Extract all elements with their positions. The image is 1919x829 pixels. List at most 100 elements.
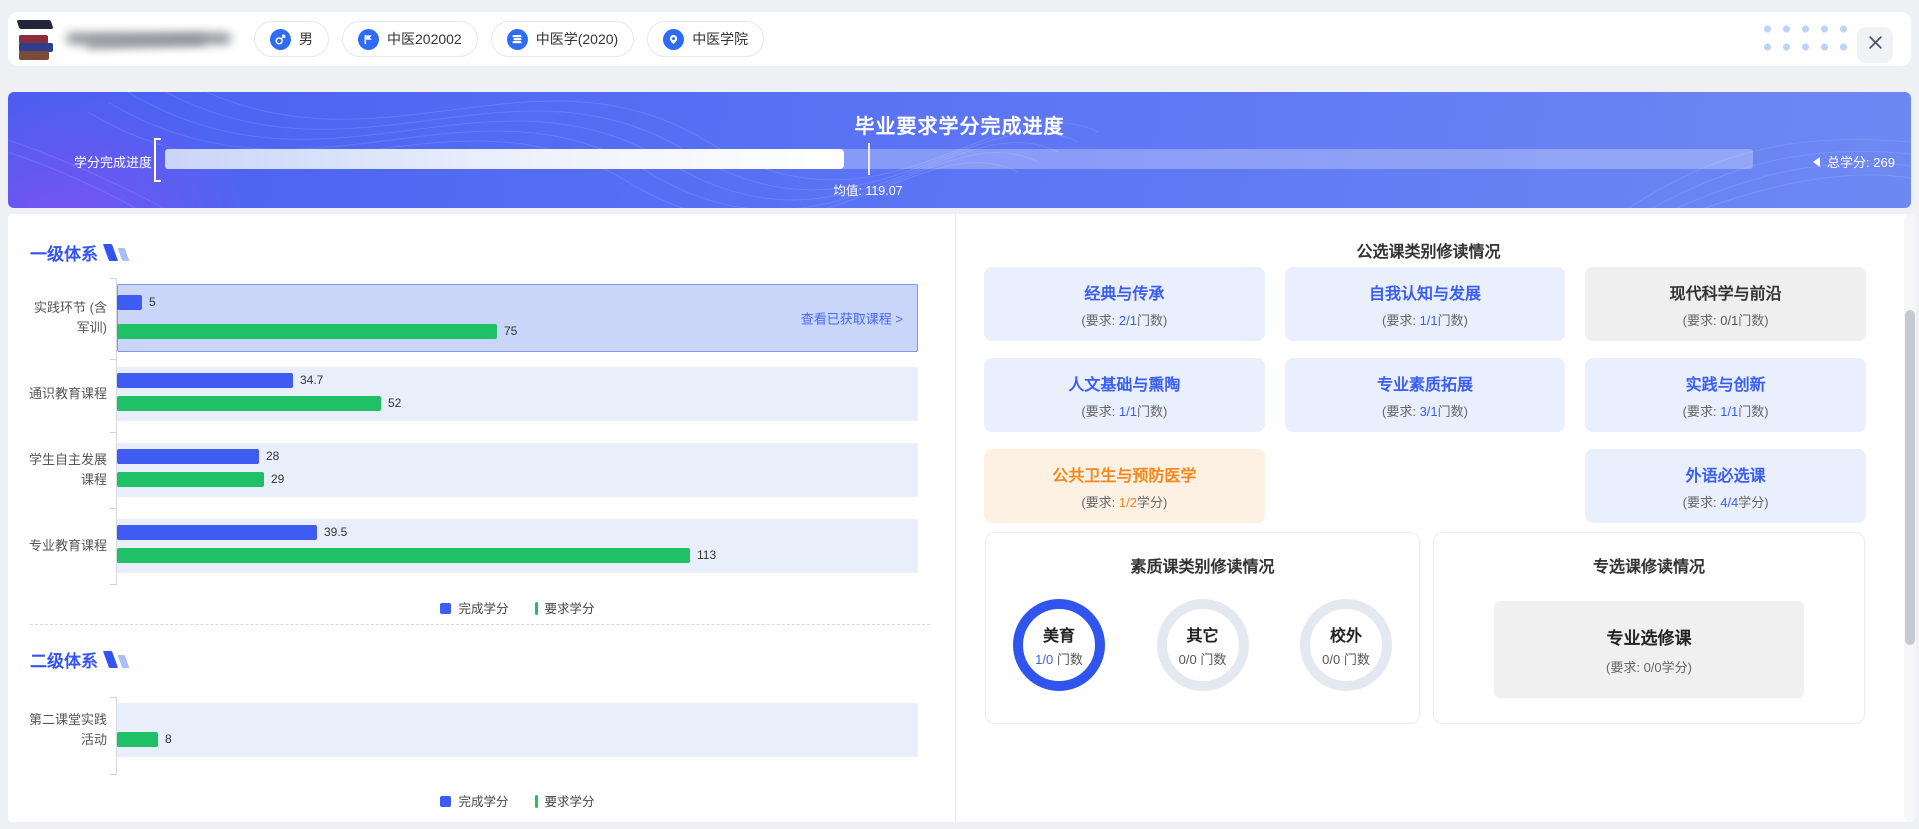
elective-card-requirement: (要求: 0/1门数) xyxy=(1683,310,1769,329)
completed-credits-bar xyxy=(117,525,317,540)
legend-required[interactable]: 要求学分 xyxy=(535,791,595,810)
legend-required-swatch xyxy=(535,795,538,808)
required-credits-bar xyxy=(117,548,690,563)
elective-card-requirement: (要求: 1/1门数) xyxy=(1683,401,1769,420)
total-credits-label: 总学分: xyxy=(1827,155,1870,170)
progress-bar-label: 学分完成进度 xyxy=(72,152,152,171)
bar-value-label: 75 xyxy=(504,324,517,339)
student-badges: 男 中医202002 中医学(2020) 中医学院 xyxy=(254,21,764,57)
view-earned-courses-link[interactable]: 查看已获取课程 > xyxy=(801,309,903,328)
average-value: 119.07 xyxy=(865,184,902,198)
elective-card-name: 公共卫生与预防医学 xyxy=(1052,462,1196,486)
student-avatar xyxy=(18,18,54,60)
axis-tick xyxy=(110,774,116,775)
elective-card-name: 外语必选课 xyxy=(1686,462,1766,486)
elective-card[interactable]: 人文基础与熏陶 (要求: 1/1门数) xyxy=(984,358,1265,432)
elective-card-name: 经典与传承 xyxy=(1084,280,1164,304)
badge-major: 中医学(2020) xyxy=(491,21,634,57)
quality-circle-active: 美育1/0 门数 xyxy=(1013,599,1105,691)
bar-value-label: 39.5 xyxy=(324,525,347,540)
axis-tick xyxy=(110,278,116,279)
bar-value-label: 113 xyxy=(697,548,716,563)
triangle-left-icon xyxy=(1813,157,1820,167)
major-elective-req: (要求: 0/0学分) xyxy=(1606,657,1692,676)
elective-card[interactable]: 公共卫生与预防医学(要求: 1/2学分) xyxy=(984,449,1265,523)
badge-class: 中医202002 xyxy=(342,21,478,57)
electives-title: 公选课类别修读情况 xyxy=(956,238,1901,262)
bar-value-label: 28 xyxy=(266,449,279,464)
chart-category-label: 通识教育课程 xyxy=(11,367,107,421)
chart-row-highlighted[interactable]: 查看已获取课程 > xyxy=(117,284,918,352)
close-icon xyxy=(1868,35,1883,55)
elective-card[interactable]: 现代科学与前沿(要求: 0/1门数) xyxy=(1585,267,1866,341)
average-marker xyxy=(868,143,870,175)
chart-category-label: 第二课堂实践活动 xyxy=(11,703,107,757)
major-elective-box: 专业选修课 (要求: 0/0学分) xyxy=(1494,601,1804,698)
required-credits-bar xyxy=(117,324,497,339)
elective-card[interactable]: 专业素质拓展(要求: 3/1门数) xyxy=(1285,358,1566,432)
bar-value-label: 52 xyxy=(388,396,401,411)
student-name-blurred xyxy=(66,30,234,48)
scrollbar-track[interactable] xyxy=(1904,214,1916,822)
slash-icon xyxy=(103,651,118,668)
elective-card-requirement: (要求: 2/1门数) xyxy=(1081,310,1167,329)
quality-circle-value: 1/0 门数 xyxy=(1035,649,1083,668)
main-content: 一级体系 查看已获取课程 >实践环节 (含军训)575通识教育课程34.752学… xyxy=(8,214,1911,822)
chart-category-label: 专业教育课程 xyxy=(11,519,107,573)
class-flag-icon xyxy=(358,29,379,50)
quality-circle-inactive: 校外 0/0 门数 xyxy=(1300,599,1392,691)
elective-card-name: 自我认知与发展 xyxy=(1369,280,1481,304)
section-header-level2: 二级体系 xyxy=(30,647,127,672)
slash-icon xyxy=(118,655,130,668)
quality-courses-card: 素质课类别修读情况 美育1/0 门数 其它 0/0 门数 校外 0/0 门数 xyxy=(985,532,1420,724)
total-credits-value: 269 xyxy=(1873,155,1895,170)
elective-card-requirement: (要求: 4/4学分) xyxy=(1683,492,1769,511)
special-electives-card: 专选课修读情况 专业选修课 (要求: 0/0学分) xyxy=(1433,532,1865,724)
banner-title: 毕业要求学分完成进度 xyxy=(8,110,1911,139)
quality-circle-value: 0/0 门数 xyxy=(1322,649,1370,668)
major-elective-name: 专业选修课 xyxy=(1607,624,1692,649)
quality-courses-title: 素质课类别修读情况 xyxy=(986,553,1419,577)
required-credits-bar xyxy=(117,472,264,487)
male-icon xyxy=(270,29,291,50)
quality-circles: 美育1/0 门数 其它 0/0 门数 校外 0/0 门数 xyxy=(986,599,1419,691)
elective-card[interactable]: 经典与传承 (要求: 2/1门数) xyxy=(984,267,1265,341)
quality-circle-name: 校外 xyxy=(1330,622,1362,646)
special-electives-title: 专选课修读情况 xyxy=(1434,553,1864,577)
college-location-icon xyxy=(663,29,684,50)
chart-category-label: 实践环节 (含军训) xyxy=(11,284,107,352)
required-credits-bar xyxy=(117,732,158,747)
elective-card[interactable]: 自我认知与发展 (要求: 1/1门数) xyxy=(1285,267,1566,341)
completed-credits-bar xyxy=(117,295,142,310)
legend-required[interactable]: 要求学分 xyxy=(535,598,595,617)
elective-card-empty xyxy=(1285,449,1566,523)
badge-gender: 男 xyxy=(254,21,329,57)
dashed-divider xyxy=(30,624,930,625)
chart-row[interactable] xyxy=(117,703,918,757)
average-credits: 均值: 119.07 xyxy=(833,180,902,199)
close-button[interactable] xyxy=(1857,27,1893,63)
axis-tick xyxy=(110,584,116,585)
quality-circle-value: 0/0 门数 xyxy=(1179,649,1227,668)
bar-value-label: 34.7 xyxy=(300,373,323,388)
legend-required-swatch xyxy=(535,602,538,615)
chart-legend: 完成学分 要求学分 xyxy=(117,598,918,617)
elective-card-requirement: (要求: 1/1门数) xyxy=(1382,310,1468,329)
axis-tick xyxy=(110,508,116,509)
completed-credits-bar xyxy=(117,373,293,388)
elective-card-name: 实践与创新 xyxy=(1686,371,1766,395)
elective-card-name: 人文基础与熏陶 xyxy=(1068,371,1180,395)
section-level2-title: 二级体系 xyxy=(30,647,98,672)
chart-category-label: 学生自主发展课程 xyxy=(11,443,107,497)
scrollbar-thumb[interactable] xyxy=(1905,310,1915,645)
legend-completed[interactable]: 完成学分 xyxy=(440,598,508,617)
legend-completed[interactable]: 完成学分 xyxy=(440,791,508,810)
elective-card-requirement: (要求: 1/1门数) xyxy=(1081,401,1167,420)
elective-card[interactable]: 外语必选课 (要求: 4/4学分) xyxy=(1585,449,1866,523)
elective-card-requirement: (要求: 3/1门数) xyxy=(1382,401,1468,420)
graduation-progress-banner: 毕业要求学分完成进度 学分完成进度 115 总学分: 269 均值: 119.0… xyxy=(8,92,1911,208)
total-credits: 总学分: 269 xyxy=(1813,152,1895,171)
elective-card[interactable]: 实践与创新 (要求: 1/1门数) xyxy=(1585,358,1866,432)
section-level1-title: 一级体系 xyxy=(30,240,98,265)
quality-circle-name: 其它 xyxy=(1186,622,1218,646)
